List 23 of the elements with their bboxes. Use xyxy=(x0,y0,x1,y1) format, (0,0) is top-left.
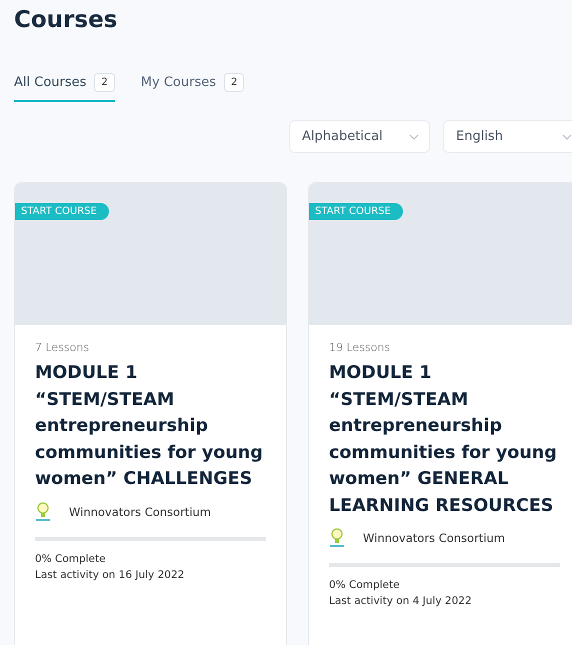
lightbulb-icon xyxy=(329,527,345,549)
tab[interactable]: My Courses 2 xyxy=(140,73,244,102)
lesson-count: 7 Lessons xyxy=(35,341,90,354)
progress-text: 0% Complete xyxy=(35,552,107,566)
count-badge: 2 xyxy=(94,73,115,92)
dropdown[interactable]: English xyxy=(443,120,572,153)
author-name: Winnovators Consortium xyxy=(69,504,212,518)
course-title[interactable]: MODULE 1 “STEM/STEAM entrepreneurship communities for young women” CHALLENGES xyxy=(35,360,266,492)
last-activity: Last activity on 4 July 2022 xyxy=(329,594,473,609)
last-activity: Last activity on 16 July 2022 xyxy=(35,568,186,582)
progress-text: 0% Complete xyxy=(329,578,401,593)
dropdown[interactable]: Alphabetical xyxy=(289,120,430,153)
course-card[interactable]: START COURSE 19 Lessons MODULE 1 “STEM/STEAM entrepreneurship communities for young women” GENERAL LEARNING RESOURCES Winnovators Consortium 0% Complete Last activity on 4 July 2022 xyxy=(308,182,572,645)
chevron-down-icon xyxy=(409,134,419,140)
author-name: Winnovators Consortium xyxy=(363,531,506,545)
page-title: Courses xyxy=(14,6,118,35)
tab[interactable]: All Courses 2 xyxy=(14,73,115,102)
lesson-count: 19 Lessons xyxy=(329,341,392,354)
course-card[interactable]: START COURSE 7 Lessons MODULE 1 “STEM/STEAM entrepreneurship communities for young women” CHALLENGES Winnovators Consortium 0% Complete Last activity on 16 July 2022 xyxy=(14,182,287,645)
course-title[interactable]: MODULE 1 “STEM/STEAM entrepreneurship communities for young women” GENERAL LEARNING RESOURCES xyxy=(329,360,560,519)
lightbulb-icon xyxy=(35,500,51,522)
count-badge: 2 xyxy=(224,73,244,92)
chevron-down-icon xyxy=(562,134,572,140)
